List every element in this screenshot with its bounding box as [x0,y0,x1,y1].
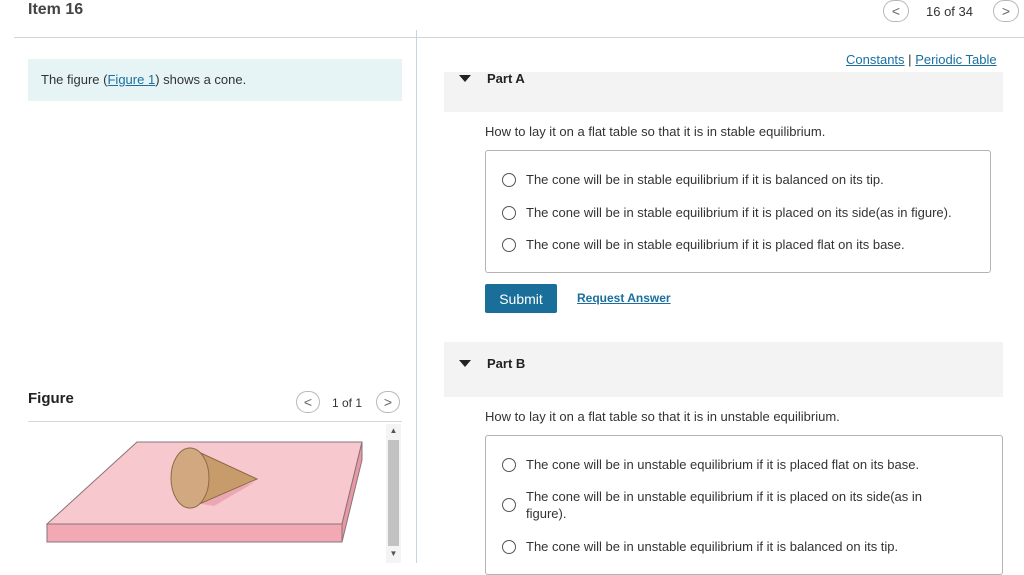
figure-scrollbar[interactable]: ▲ ▼ [386,424,401,563]
request-answer-link[interactable]: Request Answer [577,291,671,305]
table-front [46,523,343,543]
cone-base [170,447,210,509]
submit-button[interactable]: Submit [485,284,557,313]
part-a-option[interactable]: The cone will be in stable equilibrium i… [502,204,952,221]
link-separator: | [908,52,912,67]
figure-link[interactable]: Figure 1 [107,72,155,87]
item-counter: 16 of 34 [926,4,973,19]
chevron-right-icon: > [1001,3,1011,19]
intro-text-prefix: The figure ( [41,72,108,87]
part-b-option[interactable]: The cone will be in unstable equilibrium… [502,456,919,473]
radio-button[interactable] [502,205,516,220]
constants-link[interactable]: Constants [846,52,905,67]
part-b-option[interactable]: The cone will be in unstable equilibrium… [502,538,898,555]
part-b-option[interactable]: The cone will be in unstable equilibrium… [502,488,932,522]
intro-text-suffix: ) shows a cone. [155,72,247,87]
part-a-title: Part A [487,71,525,86]
option-label: The cone will be in unstable equilibrium… [526,457,920,472]
option-label: The cone will be in stable equilibrium i… [526,205,952,220]
radio-button[interactable] [502,237,516,252]
periodic-table-link[interactable]: Periodic Table [915,52,996,67]
figure-next-button[interactable]: > [376,391,400,413]
caret-down-icon[interactable] [459,75,471,82]
chevron-right-icon: > [383,394,393,410]
option-label: The cone will be in stable equilibrium i… [526,237,905,252]
part-b-question: How to lay it on a flat table so that it… [485,409,840,424]
figure-heading: Figure [28,390,74,407]
next-item-button[interactable]: > [993,0,1019,22]
item-title: Item 16 [28,1,84,18]
option-label: The cone will be in unstable equilibrium… [526,539,899,554]
radio-button[interactable] [502,457,516,472]
reference-links: Constants | Periodic Table [846,52,997,67]
part-b-options: The cone will be in unstable equilibrium… [485,435,1003,575]
option-label: The cone will be in unstable equilibrium… [526,489,922,521]
part-b-title: Part B [487,356,526,371]
option-label: The cone will be in stable equilibrium i… [526,172,884,187]
part-a-option[interactable]: The cone will be in stable equilibrium i… [502,236,905,253]
triangle-down-icon[interactable]: ▼ [388,549,399,559]
part-a-option[interactable]: The cone will be in stable equilibrium i… [502,171,884,188]
chevron-left-icon: < [891,3,901,19]
cone-on-table-figure [45,441,363,543]
part-a-options: The cone will be in stable equilibrium i… [485,150,991,273]
radio-button[interactable] [502,498,516,512]
caret-down-icon[interactable] [459,360,471,367]
previous-item-button[interactable]: < [883,0,909,22]
part-a-header[interactable]: Part A [444,71,1003,112]
chevron-left-icon: < [303,394,313,410]
header-divider [14,37,1024,38]
part-b-header[interactable]: Part B [444,342,1003,397]
figure-divider [28,421,402,422]
intro-box: The figure (Figure 1) shows a cone. [28,59,402,101]
scroll-thumb[interactable] [388,440,399,546]
radio-button[interactable] [502,172,516,187]
part-a-question: How to lay it on a flat table so that it… [485,124,826,139]
top-bar: Item 16 < 16 of 34 > [0,0,1024,38]
figure-prev-button[interactable]: < [296,391,320,413]
pane-divider[interactable] [416,30,417,563]
radio-button[interactable] [502,539,516,554]
figure-counter: 1 of 1 [332,396,363,410]
triangle-up-icon[interactable]: ▲ [388,426,399,436]
